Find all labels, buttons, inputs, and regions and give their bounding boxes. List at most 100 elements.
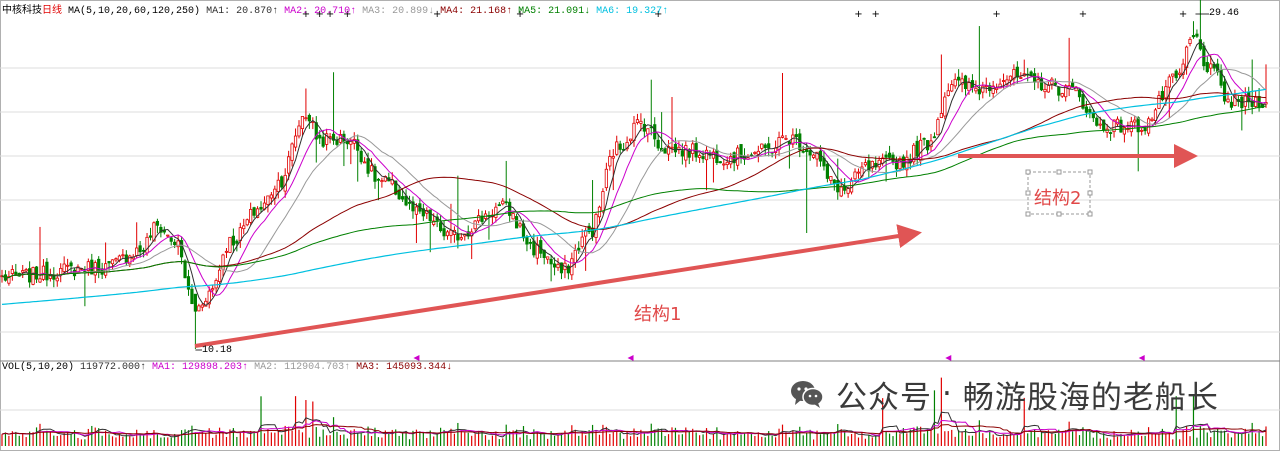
structure2-label: 结构2	[1034, 188, 1082, 209]
plus-marker: +	[992, 9, 1000, 20]
candle-body	[546, 256, 550, 260]
candle-body	[767, 143, 771, 149]
candle-body	[242, 225, 246, 230]
candle-body	[363, 161, 367, 164]
candle	[86, 258, 90, 276]
candle	[1264, 64, 1268, 108]
candle-body	[777, 137, 781, 150]
candle-body	[1053, 82, 1057, 85]
candle	[974, 80, 978, 94]
candle	[245, 218, 249, 227]
purple-triangle-marker	[1138, 355, 1145, 361]
candle	[1015, 61, 1019, 85]
candle-body	[217, 269, 222, 282]
candle	[135, 222, 139, 259]
purple-triangle-marker	[627, 355, 634, 361]
candle	[1077, 88, 1082, 102]
candle	[957, 69, 961, 86]
candle-body	[974, 87, 978, 92]
candle	[24, 267, 28, 273]
candle-body	[1164, 86, 1168, 99]
candle	[953, 73, 957, 89]
candle-body	[663, 148, 667, 154]
candle-body	[611, 156, 615, 159]
candle	[425, 207, 429, 219]
candle	[252, 206, 256, 219]
candle-body	[829, 176, 833, 181]
plus-marker: +	[1179, 9, 1187, 20]
candle	[242, 218, 246, 235]
candle	[622, 142, 626, 151]
candle	[501, 198, 505, 206]
candle	[1174, 69, 1178, 81]
volume-legend-items: 119772.000↑ MA1: 129898.203↑ MA2: 112904…	[80, 362, 452, 373]
price-legend-item: MA2: 20.710↑	[284, 6, 363, 17]
candle	[456, 175, 460, 249]
selection-handle	[1087, 169, 1093, 175]
candle	[445, 230, 450, 240]
candle-body	[508, 201, 512, 216]
candle	[1046, 81, 1051, 93]
candle-body	[646, 128, 650, 135]
candle	[963, 74, 968, 96]
candle-body	[580, 236, 584, 247]
candle-body	[252, 207, 256, 216]
candle-body	[784, 137, 788, 140]
candle	[729, 152, 733, 169]
candle-body	[449, 229, 453, 236]
candle	[1205, 56, 1209, 74]
stock-name: 中核科技	[2, 5, 42, 16]
candle-body	[1088, 109, 1092, 113]
candle	[311, 117, 315, 130]
candle	[832, 179, 836, 191]
candle-body	[673, 143, 678, 153]
stock-period: 日线	[42, 5, 62, 16]
candle-body	[1229, 101, 1234, 108]
candle-body	[1046, 84, 1051, 93]
candle-body	[501, 200, 505, 205]
candle	[1071, 78, 1075, 88]
candle	[435, 213, 439, 228]
candle	[856, 168, 861, 179]
candle	[991, 80, 995, 98]
candle	[404, 189, 408, 207]
candle-body	[1008, 75, 1013, 81]
candle-body	[280, 176, 284, 188]
candle	[197, 303, 201, 312]
candle-body	[41, 265, 46, 280]
candle	[546, 256, 550, 264]
candle	[504, 160, 508, 205]
wechat-icon	[791, 381, 824, 408]
plus-marker: +	[854, 9, 862, 20]
candle-body	[414, 206, 419, 215]
candle-body	[794, 134, 798, 138]
candle	[1088, 106, 1092, 119]
candle-body	[193, 293, 197, 312]
candle	[929, 133, 933, 152]
candle	[148, 227, 153, 241]
candle-body	[535, 244, 539, 259]
candle-body	[691, 143, 695, 154]
candle-body	[922, 137, 926, 140]
candle-body	[722, 163, 726, 166]
candle	[224, 247, 229, 259]
purple-triangle-marker	[413, 355, 420, 361]
candle-body	[439, 222, 443, 232]
candle	[1150, 117, 1154, 122]
candle	[577, 241, 581, 254]
candle	[483, 210, 488, 221]
candle-body	[445, 231, 450, 237]
candle-body	[114, 258, 118, 261]
candle	[338, 129, 343, 145]
price-legend: 中核科技日线 MA(5,10,20,60,120,250) MA1: 20.87…	[2, 1, 668, 17]
candle	[912, 143, 916, 166]
candle-body	[615, 141, 619, 155]
candle	[90, 253, 94, 275]
candle	[518, 221, 522, 228]
candle-body	[24, 269, 28, 272]
candle	[376, 177, 381, 201]
candle-body	[266, 195, 270, 205]
candle	[304, 88, 308, 122]
candle	[915, 135, 919, 165]
ma5-line	[1, 41, 1267, 307]
